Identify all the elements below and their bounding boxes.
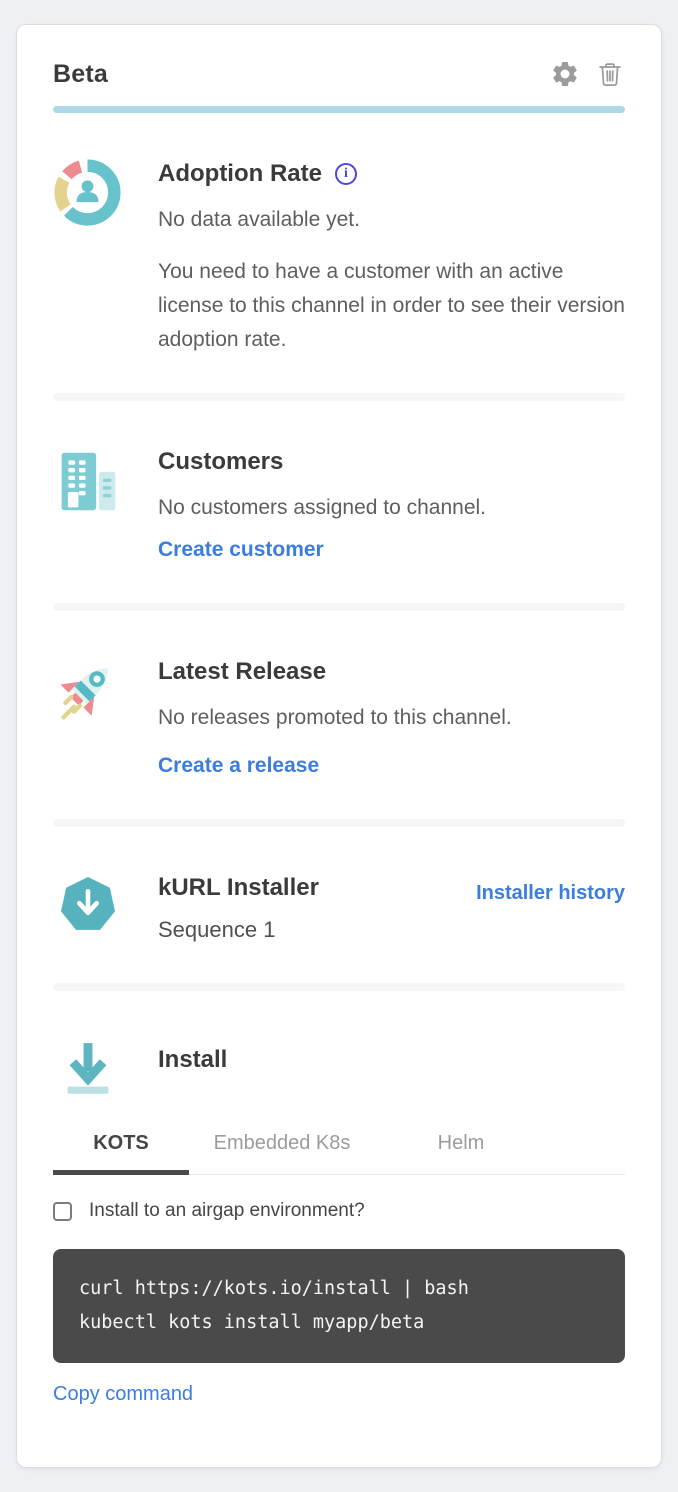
adoption-rate-body: Adoption Rate i No data available yet. Y…: [158, 158, 625, 357]
airgap-row: Install to an airgap environment?: [53, 1199, 625, 1223]
channel-accent-bar: [53, 106, 625, 113]
latest-release-title: Latest Release: [158, 656, 625, 688]
gear-icon[interactable]: [550, 59, 580, 89]
create-release-link[interactable]: Create a release: [158, 749, 319, 783]
install-body: Install: [158, 1036, 625, 1100]
section-divider: [53, 983, 625, 991]
info-icon[interactable]: i: [335, 163, 357, 185]
tab-embedded-k8s[interactable]: Embedded K8s: [189, 1120, 375, 1174]
header-actions: [550, 59, 625, 89]
adoption-donut-icon: [53, 158, 122, 357]
customers-empty-message: No customers assigned to channel.: [158, 491, 625, 525]
airgap-checkbox[interactable]: [53, 1202, 72, 1221]
adoption-rate-title-text: Adoption Rate: [158, 158, 322, 190]
latest-release-body: Latest Release No releases promoted to t…: [158, 656, 625, 783]
create-customer-link[interactable]: Create customer: [158, 533, 324, 567]
adoption-rate-section: Adoption Rate i No data available yet. Y…: [53, 113, 625, 393]
adoption-empty-message: No data available yet.: [158, 203, 625, 237]
airgap-label: Install to an airgap environment?: [89, 1199, 365, 1223]
install-tabs: KOTS Embedded K8s Helm: [53, 1120, 625, 1175]
section-divider: [53, 819, 625, 827]
adoption-hint-text: You need to have a customer with an acti…: [158, 255, 625, 357]
customers-building-icon: [53, 446, 122, 567]
kurl-installer-section: kURL Installer Sequence 1 Installer hist…: [53, 827, 625, 983]
install-command-code-block: curl https://kots.io/install | bashkubec…: [53, 1249, 625, 1363]
tab-helm[interactable]: Helm: [375, 1120, 547, 1174]
channel-title: Beta: [53, 60, 108, 89]
download-arrow-icon: [53, 1036, 122, 1100]
kurl-heptagon-icon: [53, 872, 122, 947]
kurl-installer-title: kURL Installer: [158, 872, 319, 904]
trash-icon[interactable]: [595, 59, 625, 89]
adoption-rate-title: Adoption Rate i: [158, 158, 625, 190]
section-divider: [53, 603, 625, 611]
copy-command-link[interactable]: Copy command: [53, 1377, 193, 1411]
kurl-sequence-label: Sequence 1: [158, 913, 319, 947]
tab-kots[interactable]: KOTS: [53, 1120, 189, 1174]
rocket-icon: [53, 656, 122, 783]
customers-body: Customers No customers assigned to chann…: [158, 446, 625, 567]
code-line: kubectl kots install myapp/beta: [79, 1306, 599, 1340]
code-line: curl https://kots.io/install | bash: [79, 1272, 599, 1306]
install-section: Install: [53, 991, 625, 1100]
install-title: Install: [158, 1044, 625, 1076]
card-header: Beta: [53, 59, 625, 89]
section-divider: [53, 393, 625, 401]
release-empty-message: No releases promoted to this channel.: [158, 701, 625, 735]
kurl-installer-body: kURL Installer Sequence 1 Installer hist…: [158, 872, 625, 947]
customers-title: Customers: [158, 446, 625, 478]
latest-release-section: Latest Release No releases promoted to t…: [53, 611, 625, 819]
channel-card: Beta: [16, 24, 662, 1468]
customers-section: Customers No customers assigned to chann…: [53, 401, 625, 603]
installer-history-link[interactable]: Installer history: [476, 876, 625, 910]
